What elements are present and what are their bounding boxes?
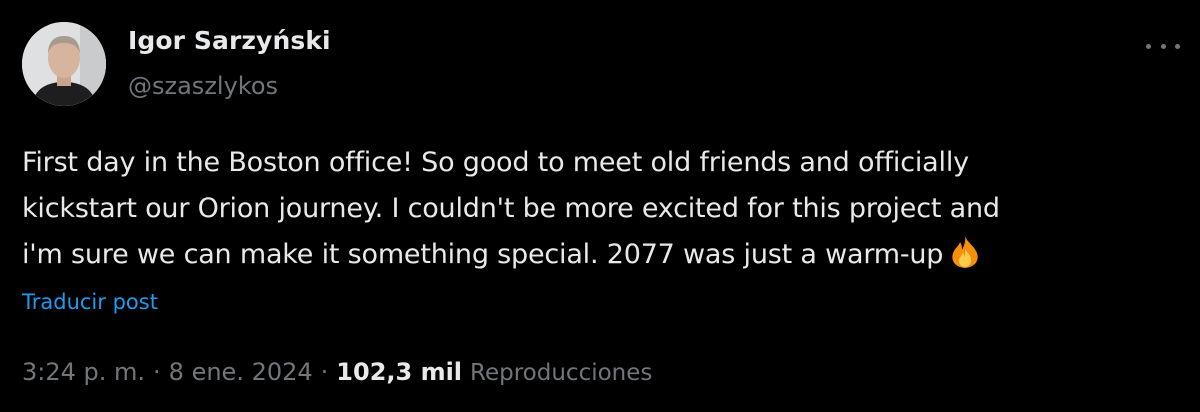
fire-icon: [949, 235, 981, 269]
tweet-date[interactable]: 8 ene. 2024: [169, 358, 313, 386]
tweet-text-line: First day in the Boston office! So good …: [22, 147, 969, 178]
meta-separator: ·: [153, 358, 161, 386]
author-display-name[interactable]: Igor Sarzyński: [128, 26, 331, 55]
tweet-time[interactable]: 3:24 p. m.: [22, 358, 145, 386]
avatar-image: [22, 22, 106, 106]
tweet-text-line-content: i'm sure we can make it something specia…: [22, 239, 944, 270]
meta-separator: ·: [320, 358, 329, 386]
more-options-icon[interactable]: [1146, 36, 1180, 56]
avatar[interactable]: [22, 22, 106, 106]
dot: [1160, 43, 1166, 49]
tweet-meta: 3:24 p. m. · 8 ene. 2024 · 102,3 mil Rep…: [22, 358, 652, 386]
dot: [1175, 43, 1180, 49]
author-handle[interactable]: @szaszlykos: [128, 72, 278, 100]
tweet-text-line: i'm sure we can make it something specia…: [22, 232, 1187, 278]
dot: [1146, 43, 1151, 49]
translate-post-link[interactable]: Traducir post: [22, 290, 158, 314]
tweet-text: First day in the Boston office! So good …: [22, 140, 1187, 278]
tweet-card: Igor Sarzyński @szaszlykos First day in …: [0, 0, 1200, 412]
tweet-text-line: kickstart our Orion journey. I couldn't …: [22, 193, 1000, 224]
views-label[interactable]: Reproducciones: [470, 360, 652, 386]
views-count[interactable]: 102,3 mil: [336, 358, 462, 386]
